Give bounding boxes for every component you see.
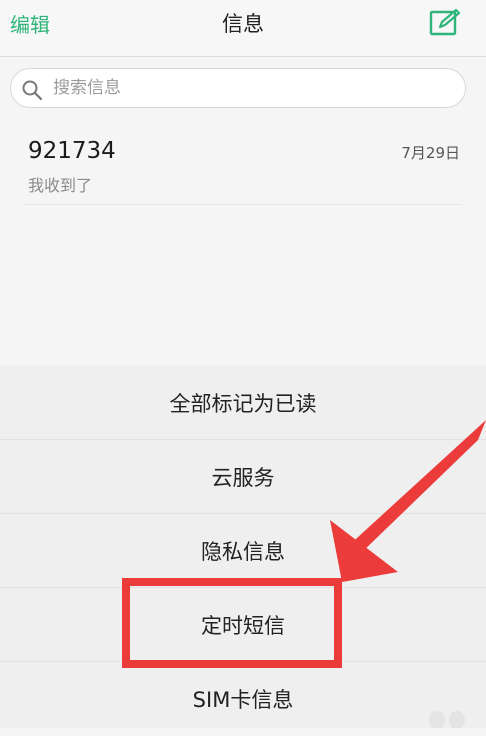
menu-item-cloud-service[interactable]: 云服务: [0, 440, 486, 514]
menu-item-private-messages[interactable]: 隐私信息: [0, 514, 486, 588]
search-icon: [22, 80, 43, 101]
droplet-icon: [429, 711, 465, 728]
top-bar: 编辑 信息: [0, 0, 486, 57]
search-bar: [10, 68, 466, 108]
menu-item-mark-all-read[interactable]: 全部标记为已读: [0, 366, 486, 440]
message-sender: 921734: [28, 138, 116, 164]
menu-item-scheduled-sms[interactable]: 定时短信: [0, 588, 486, 662]
message-item[interactable]: 921734 我收到了 7月29日: [24, 120, 462, 205]
message-list: 921734 我收到了 7月29日: [0, 120, 486, 205]
menu-item-sim-info[interactable]: SIM卡信息: [0, 662, 486, 736]
search-input[interactable]: [53, 69, 453, 107]
message-preview: 我收到了: [28, 176, 93, 195]
page-title: 信息: [222, 12, 264, 36]
compose-icon[interactable]: [428, 8, 462, 38]
message-date: 7月29日: [401, 144, 460, 162]
action-sheet: 全部标记为已读 云服务 隐私信息 定时短信 SIM卡信息: [0, 366, 486, 728]
